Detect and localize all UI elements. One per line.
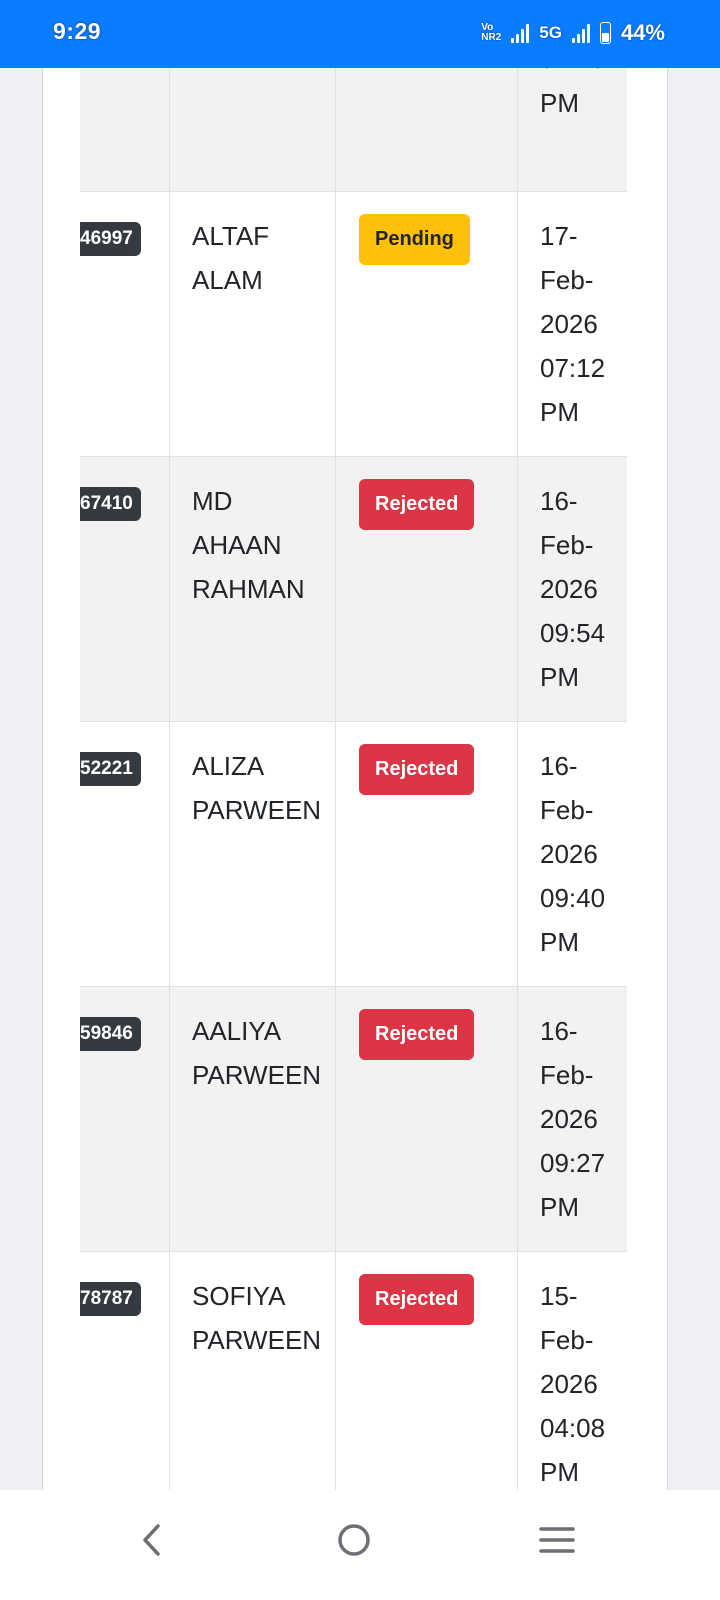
id-badge: 67410 [80, 487, 141, 521]
battery-icon [599, 22, 611, 44]
id-badge: 59846 [80, 1017, 141, 1051]
network-type: 5G [539, 23, 562, 42]
id-badge: 46997 [80, 222, 141, 256]
volte-icon: Vo NR2 [481, 23, 501, 43]
applicant-name: AALIYA PARWEEN [192, 1016, 322, 1090]
date-text: 16-Feb-2026 09:27 PM [540, 1016, 606, 1222]
hamburger-menu-icon [539, 1527, 575, 1553]
status-bar: 9:29 Vo NR2 5G 44% [0, 0, 720, 68]
table-row[interactable]: 59846 AALIYA PARWEEN Rejected 16-Feb-202… [80, 987, 627, 1252]
table-row[interactable]: 52221 ALIZA PARWEEN Rejected 16-Feb-2026… [80, 722, 627, 987]
back-button[interactable] [121, 1510, 181, 1570]
recents-button[interactable] [527, 1510, 587, 1570]
status-badge-rejected: Rejected [359, 1274, 475, 1325]
navigation-bar [0, 1490, 720, 1600]
date-line: PM [540, 88, 579, 118]
status-time: 9:29 [53, 18, 102, 44]
requests-table: 2026 07:18 PM 46997 ALTAF ALAM Pending 1… [80, 0, 627, 1600]
date-text: 16-Feb-2026 09:40 PM [540, 751, 606, 957]
date-text: 16-Feb-2026 09:54 PM [540, 486, 606, 692]
chevron-left-icon [143, 1524, 160, 1556]
volte-bottom: NR2 [481, 32, 502, 43]
screen: 9:29 Vo NR2 5G 44% 2026 [0, 0, 720, 1600]
id-badge: 52221 [80, 752, 141, 786]
applicant-name: MD AHAAN RAHMAN [192, 486, 305, 604]
applicant-name: ALTAF ALAM [192, 221, 270, 295]
status-badge-rejected: Rejected [359, 479, 475, 530]
status-badge-pending: Pending [359, 214, 470, 265]
status-badge-rejected: Rejected [359, 1009, 475, 1060]
id-badge: 78787 [80, 1282, 141, 1316]
battery-level: 44% [620, 20, 665, 45]
home-button[interactable] [324, 1510, 384, 1570]
status-icons: Vo NR2 5G 44% [481, 18, 665, 48]
signal-2-icon [571, 23, 590, 43]
applicant-name: SOFIYA PARWEEN [192, 1281, 322, 1355]
table-row[interactable]: 46997 ALTAF ALAM Pending 17-Feb-2026 07:… [80, 192, 627, 457]
signal-icon [511, 23, 530, 43]
applicant-name: ALIZA PARWEEN [192, 751, 322, 825]
table-row[interactable]: 67410 MD AHAAN RAHMAN Rejected 16-Feb-20… [80, 457, 627, 722]
table-row[interactable]: 78787 SOFIYA PARWEEN Rejected 15-Feb-202… [80, 1252, 627, 1517]
circle-home-icon [338, 1524, 370, 1556]
date-text: 17-Feb-2026 07:12 PM [540, 221, 606, 427]
status-badge-rejected: Rejected [359, 744, 475, 795]
date-text: 15-Feb-2026 04:08 PM [540, 1281, 606, 1487]
